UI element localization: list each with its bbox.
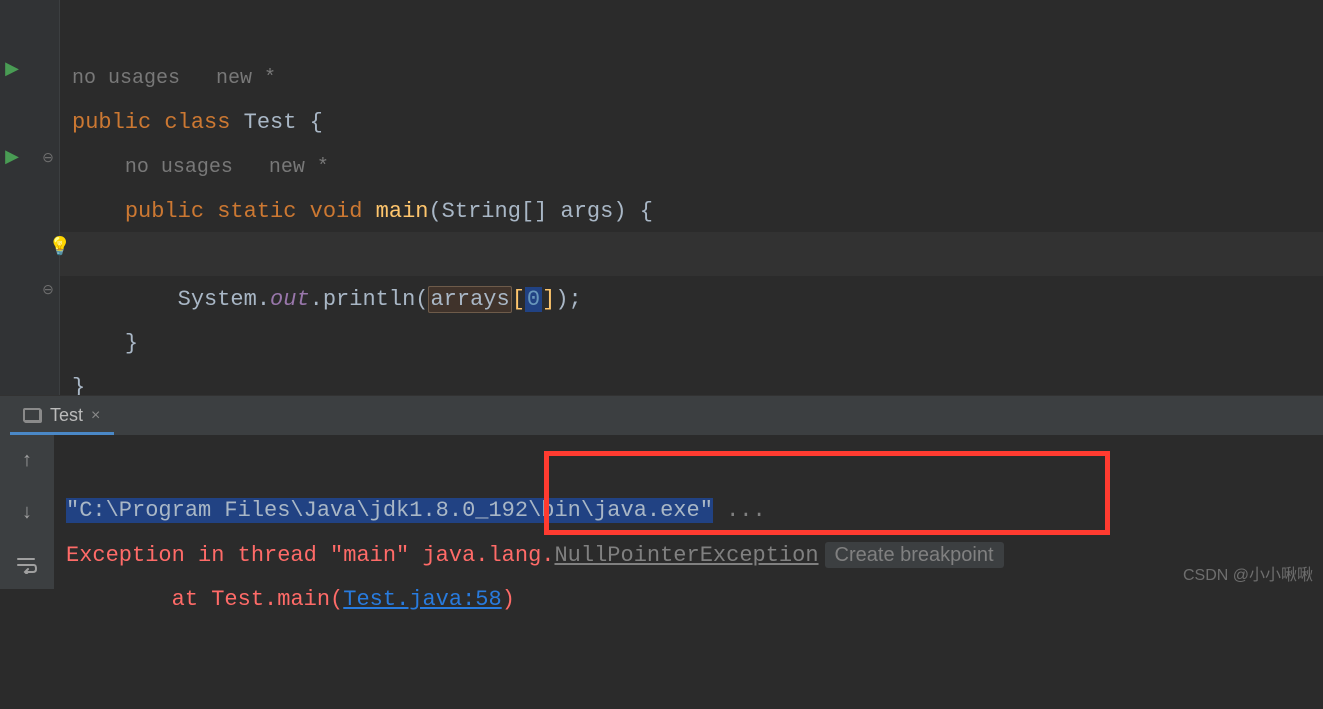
intention-bulb-icon[interactable]: 💡 [30,236,90,258]
command-line: "C:\Program Files\Java\jdk1.8.0_192\bin\… [66,498,713,523]
run-class-icon[interactable]: ▶ [0,58,42,80]
method-name: main [376,199,429,224]
class-name: Test [244,110,297,135]
run-tool-tabbar: Test × [0,395,1323,435]
fold-open-icon[interactable]: ⊖ [18,150,78,167]
soft-wrap-button[interactable] [13,551,41,579]
run-tab-test[interactable]: Test × [10,399,114,435]
highlighted-identifier: arrays [428,286,511,313]
code-content[interactable]: no usages new * public class Test { no u… [72,0,1323,395]
current-line-highlight [60,232,1323,276]
fold-close-icon[interactable]: ⊖ [18,282,78,299]
inlay-hint: no usages new * [125,156,329,179]
run-tab-label: Test [50,405,83,426]
close-icon[interactable]: × [91,407,100,425]
scroll-up-button[interactable]: ↑ [13,447,41,475]
caret-selection: 0 [525,287,542,312]
keyword-static: static [217,199,296,224]
exception-line: Exception in thread "main" java.lang. [66,543,554,568]
inlay-hint: no usages new * [72,67,276,90]
run-config-icon [24,409,42,423]
create-breakpoint-button[interactable]: Create breakpoint [825,542,1004,568]
source-link[interactable]: Test.java:58 [343,587,501,612]
code-editor[interactable]: ▶ ▶ ⊖ 💡 ⊖ no usages new * public class T… [0,0,1323,395]
stack-frame: at Test.main( [66,587,343,612]
soft-wrap-icon [16,556,38,574]
console-output[interactable]: "C:\Program Files\Java\jdk1.8.0_192\bin\… [54,435,1323,589]
run-console-panel: ↑ ↓ "C:\Program Files\Java\jdk1.8.0_192\… [0,435,1323,589]
scroll-down-button[interactable]: ↓ [13,499,41,527]
editor-gutter: ▶ ▶ ⊖ 💡 ⊖ [0,0,60,395]
keyword-void: void [310,199,363,224]
watermark: CSDN @小小啾啾 [1183,561,1313,585]
keyword-public: public [125,199,204,224]
keyword-class: class [164,110,230,135]
exception-class-link[interactable]: NullPointerException [554,543,818,568]
console-toolbar: ↑ ↓ [0,435,54,589]
keyword-public: public [72,110,151,135]
field-out: out [270,287,310,312]
